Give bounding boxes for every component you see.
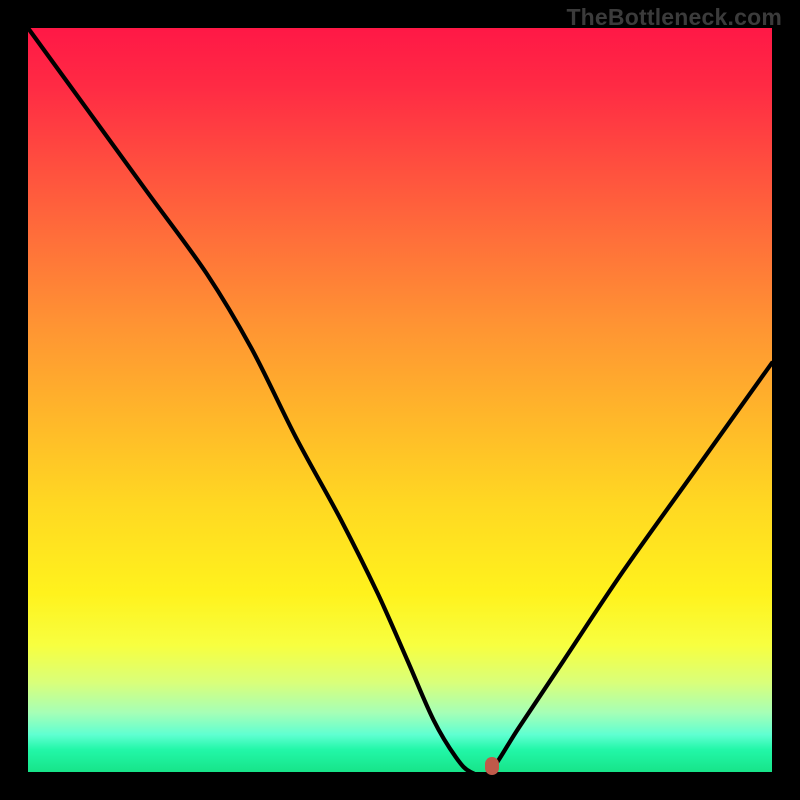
curve-line bbox=[28, 28, 772, 772]
chart-frame: TheBottleneck.com bbox=[0, 0, 800, 800]
watermark-text: TheBottleneck.com bbox=[566, 4, 782, 31]
plot-area bbox=[28, 28, 772, 772]
minimum-marker bbox=[485, 757, 499, 775]
